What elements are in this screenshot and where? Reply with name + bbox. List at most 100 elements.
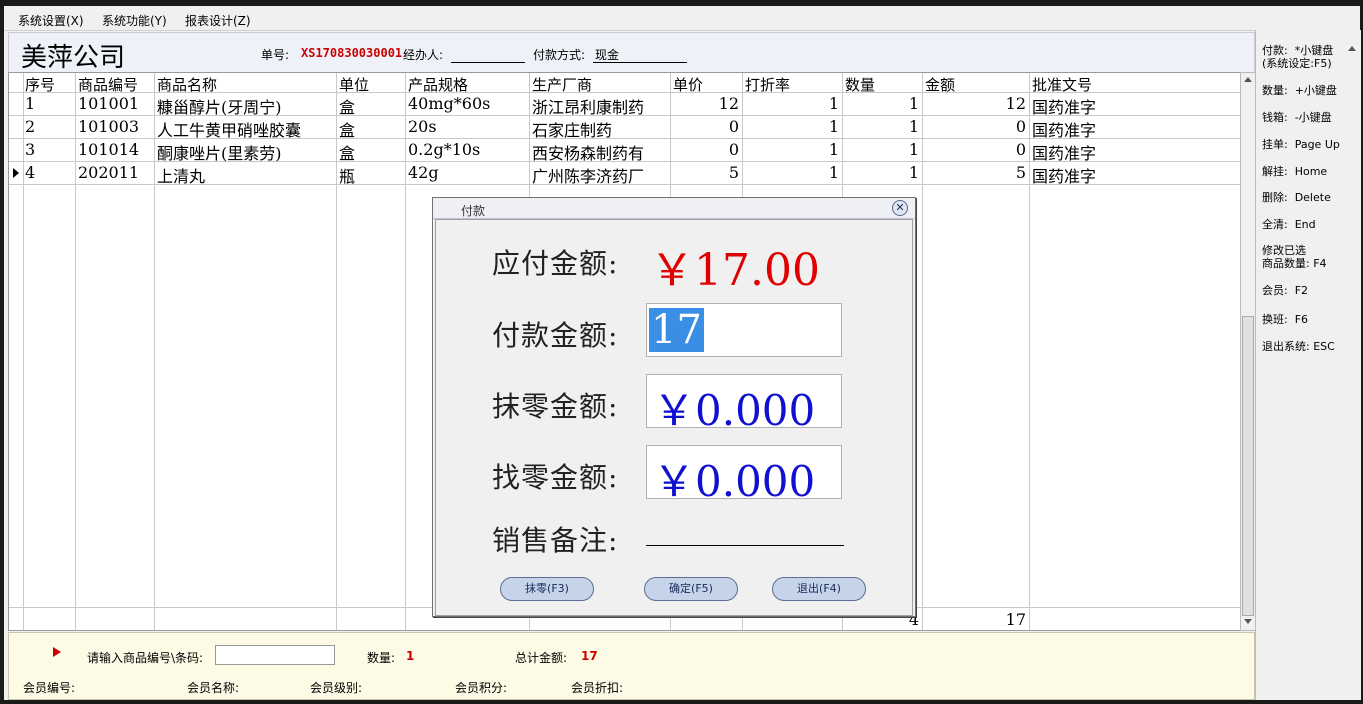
col-header-amount[interactable]: 金额 — [925, 74, 1025, 95]
payment-method-value[interactable]: 现金 — [595, 46, 619, 63]
cell-unit: 盒 — [339, 144, 356, 163]
change-amount-value: ￥0.000 — [653, 457, 816, 506]
shortcut-exit: 退出系统: ESC — [1262, 340, 1335, 353]
rounding-amount-label: 抹零金额: — [492, 390, 619, 423]
scrollbar-thumb[interactable] — [1242, 316, 1254, 616]
row-pointer-icon — [13, 168, 19, 178]
dialog-body: 应付金额: ￥17.00 付款金额: 17 抹零金额: ￥0.000 找零金额:… — [435, 219, 913, 616]
amount-due-label: 应付金额: — [492, 247, 619, 280]
shortcut-cash-drawer: 钱箱: -小键盘 — [1262, 111, 1332, 124]
cell-name: 上清丸 — [157, 167, 206, 186]
menu-report-design[interactable]: 报表设计(Z) — [185, 12, 251, 29]
cell-seq: 4 — [25, 163, 36, 182]
col-header-approval[interactable]: 批准文号 — [1032, 74, 1232, 95]
cell-code: 101003 — [78, 117, 140, 136]
cell-code: 101014 — [78, 140, 140, 159]
panel-scroll-up-icon[interactable] — [1348, 46, 1356, 51]
col-header-unit[interactable]: 单位 — [339, 74, 403, 95]
cell-manufacturer: 广州陈李济药厂 — [532, 167, 645, 186]
cell-seq: 1 — [25, 94, 36, 113]
round-off-button[interactable]: 抹零(F3) — [500, 577, 594, 601]
dialog-title: 付款 — [461, 204, 486, 218]
cell-quantity: 1 — [908, 163, 919, 182]
cell-price: 12 — [718, 94, 739, 113]
col-divider — [75, 73, 76, 630]
col-divider — [336, 73, 337, 630]
col-header-quantity[interactable]: 数量 — [845, 74, 919, 95]
exit-button[interactable]: 退出(F4) — [772, 577, 866, 601]
col-header-spec[interactable]: 产品规格 — [408, 74, 526, 95]
cell-name: 酮康唑片(里素劳) — [157, 144, 282, 163]
cell-unit: 瓶 — [339, 167, 356, 186]
cell-amount: 5 — [1015, 163, 1026, 182]
shortcut-shift-change: 换班: F6 — [1262, 313, 1309, 326]
col-divider — [405, 73, 406, 630]
shortcut-quantity: 数量: +小键盘 — [1262, 84, 1337, 97]
cell-approval: 国药准字 — [1032, 167, 1097, 186]
cell-spec: 0.2g*10s — [408, 140, 481, 159]
cell-discount: 1 — [828, 117, 839, 136]
col-divider — [922, 73, 923, 630]
payment-method-underline — [593, 62, 687, 63]
cell-amount: 0 — [1015, 117, 1026, 136]
menu-system-functions[interactable]: 系统功能(Y) — [102, 12, 167, 29]
company-name: 美萍公司 — [21, 43, 126, 73]
member-discount-label: 会员折扣: — [571, 681, 624, 695]
payment-amount-input[interactable]: 17 — [646, 303, 842, 357]
cell-name: 人工牛黄甲硝唑胶囊 — [157, 121, 302, 140]
cell-manufacturer: 浙江昂利康制药 — [532, 98, 645, 117]
shortcut-unhold: 解挂: Home — [1262, 165, 1328, 178]
col-header-seq[interactable]: 序号 — [25, 74, 73, 95]
amount-due-value: ￥17.00 — [650, 245, 820, 296]
shortcut-delete: 删除: Delete — [1262, 191, 1331, 204]
col-header-name[interactable]: 商品名称 — [157, 74, 333, 95]
col-header-price[interactable]: 单价 — [673, 74, 739, 95]
cell-code: 202011 — [78, 163, 140, 182]
shortcut-member: 会员: F2 — [1262, 284, 1309, 297]
cell-seq: 3 — [25, 140, 36, 159]
cell-approval: 国药准字 — [1032, 121, 1097, 140]
shortcut-panel: 付款: *小键盘 (系统设定:F5) 数量: +小键盘 钱箱: -小键盘 挂单:… — [1255, 30, 1361, 700]
col-header-code[interactable]: 商品编号 — [78, 74, 152, 95]
cell-unit: 盒 — [339, 121, 356, 140]
handler-field[interactable] — [451, 62, 525, 63]
scroll-up-icon[interactable] — [1244, 77, 1252, 82]
sales-note-input[interactable] — [646, 545, 844, 546]
total-amount: 17 — [1005, 610, 1026, 629]
arrow-right-icon — [53, 647, 61, 657]
scroll-down-icon[interactable] — [1244, 619, 1252, 624]
cell-quantity: 1 — [908, 94, 919, 113]
barcode-label: 请输入商品编号\条码: — [87, 651, 204, 665]
cell-quantity: 1 — [908, 140, 919, 159]
menu-system-settings[interactable]: 系统设置(X) — [18, 12, 84, 29]
confirm-button[interactable]: 确定(F5) — [644, 577, 738, 601]
input-bar: 请输入商品编号\条码: 数量: 1 总计金额: 17 会员编号: 会员名称: 会… — [8, 632, 1255, 700]
col-header-discount[interactable]: 打折率 — [745, 74, 839, 95]
payment-method-label: 付款方式: — [533, 48, 586, 62]
rounding-amount-field[interactable]: ￥0.000 — [646, 374, 842, 435]
shortcut-pay: 付款: *小键盘 (系统设定:F5) — [1262, 44, 1334, 70]
col-divider — [23, 73, 24, 630]
change-amount-label: 找零金额: — [492, 461, 619, 494]
cell-discount: 1 — [828, 140, 839, 159]
col-header-manufacturer[interactable]: 生产厂商 — [532, 74, 668, 95]
table-scrollbar[interactable] — [1240, 72, 1256, 631]
cell-price: 0 — [728, 117, 739, 136]
cell-spec: 20s — [408, 117, 437, 136]
total-value: 17 — [581, 649, 598, 663]
cell-spec: 40mg*60s — [408, 94, 491, 113]
payment-amount-text: 17 — [649, 307, 704, 353]
sales-note-label: 销售备注: — [492, 524, 619, 557]
handler-label: 经办人: — [403, 48, 444, 62]
dialog-titlebar[interactable]: 付款 ✕ — [433, 198, 915, 219]
member-level-label: 会员级别: — [310, 681, 363, 695]
cell-discount: 1 — [828, 163, 839, 182]
close-icon[interactable]: ✕ — [892, 200, 908, 216]
cell-quantity: 1 — [908, 117, 919, 136]
cell-code: 101001 — [78, 94, 140, 113]
shortcut-edit-quantity: 修改已选 商品数量: F4 — [1262, 244, 1327, 270]
change-amount-field[interactable]: ￥0.000 — [646, 445, 842, 506]
total-label: 总计金额: — [515, 651, 568, 665]
barcode-input[interactable] — [215, 645, 335, 665]
cell-spec: 42g — [408, 163, 439, 182]
